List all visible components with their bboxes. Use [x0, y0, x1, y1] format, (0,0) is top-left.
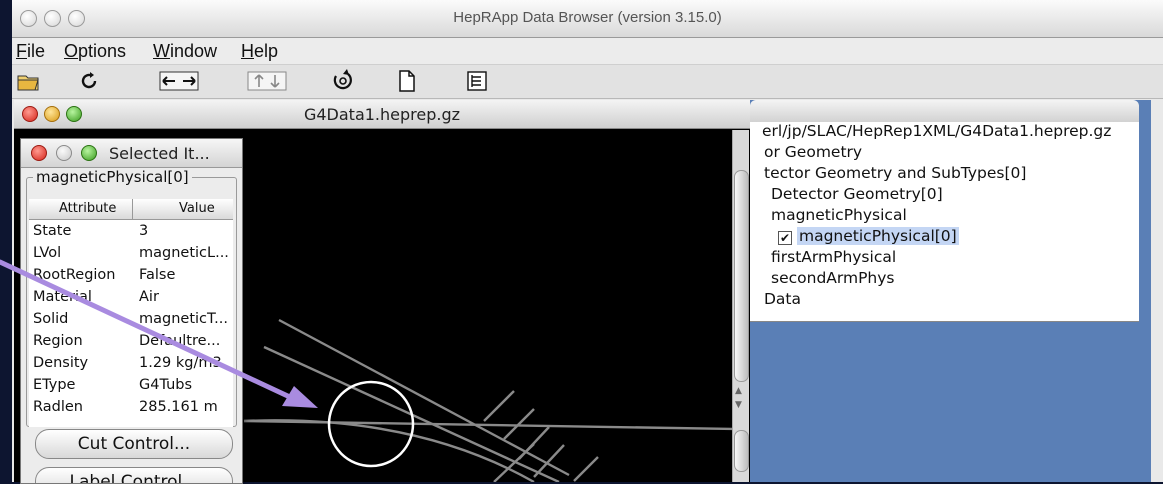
annotation-arrow	[0, 259, 318, 408]
